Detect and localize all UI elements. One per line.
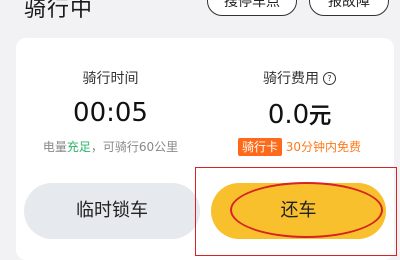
range-text: ，可骑行60公里 <box>90 140 179 154</box>
fee-unit: 元 <box>309 104 332 129</box>
header: 骑行中 搜停车点 报故障 <box>0 0 400 30</box>
temporary-lock-button[interactable]: 临时锁车 <box>24 183 200 239</box>
free-ride-text: 30分钟内免费 <box>285 140 362 154</box>
find-parking-button[interactable]: 搜停车点 <box>207 0 297 16</box>
ride-fee-label: 骑行费用 <box>263 71 319 87</box>
report-fault-button[interactable]: 报故障 <box>309 0 389 16</box>
annotation-ellipse <box>230 182 383 238</box>
battery-status: 充足 <box>66 140 91 154</box>
ride-fee-value: 0.0元 <box>205 98 394 130</box>
fee-amount: 0.0 <box>267 100 310 130</box>
battery-info: 电量充足，可骑行60公里 <box>16 138 205 155</box>
battery-prefix: 电量 <box>42 140 67 154</box>
info-icon[interactable]: ? <box>323 72 336 85</box>
ride-time-value: 00:05 <box>73 98 148 128</box>
ride-fee-label-row: 骑行费用? <box>205 68 394 88</box>
page-title: 骑行中 <box>24 0 94 22</box>
free-ride-info: 骑行卡 30分钟内免费 <box>205 138 394 156</box>
ride-time-label: 骑行时间 <box>82 71 139 87</box>
ride-card-badge: 骑行卡 <box>237 138 282 156</box>
